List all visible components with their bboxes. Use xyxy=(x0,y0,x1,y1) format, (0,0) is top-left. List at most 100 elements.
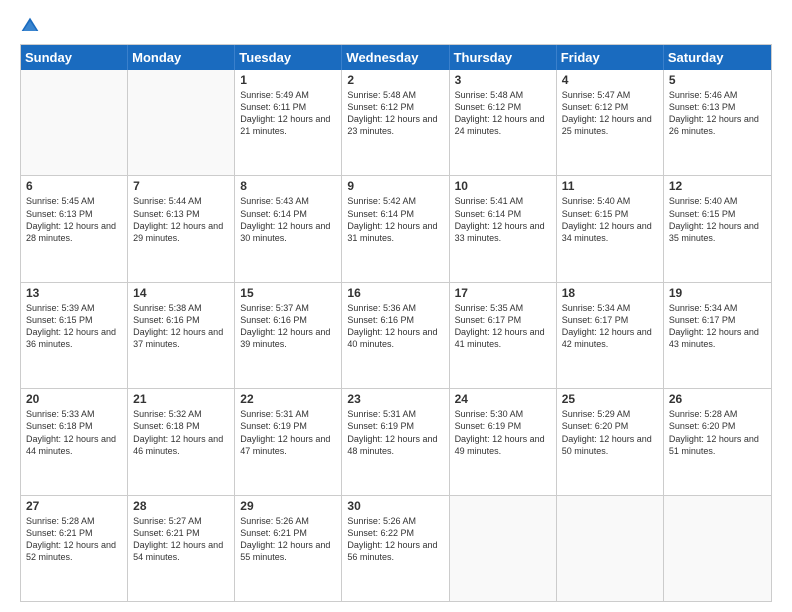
calendar-cell: 21 Sunrise: 5:32 AM Sunset: 6:18 PM Dayli… xyxy=(128,389,235,494)
logo-icon xyxy=(20,16,40,36)
day-number: 25 xyxy=(562,392,658,406)
calendar-cell: 22Sunrise: 5:31 AM Sunset: 6:19 PM Dayli… xyxy=(235,389,342,494)
day-number: 1 xyxy=(240,73,336,87)
day-number: 20 xyxy=(26,392,122,406)
day-number: 4 xyxy=(562,73,658,87)
calendar-cell xyxy=(21,70,128,175)
calendar-cell: 16 Sunrise: 5:36 AM Sunset: 6:16 PM Dayli… xyxy=(342,283,449,388)
header-day-friday: Friday xyxy=(557,45,664,70)
calendar-body: 1 Sunrise: 5:49 AM Sunset: 6:11 PM Daylig… xyxy=(21,70,771,601)
calendar-row-0: 1 Sunrise: 5:49 AM Sunset: 6:11 PM Daylig… xyxy=(21,70,771,175)
cell-info: Sunrise: 5:27 AM Sunset: 6:21 PM Dayligh… xyxy=(133,515,229,564)
cell-info: Sunrise: 5:32 AM Sunset: 6:18 PM Dayligh… xyxy=(133,408,229,457)
day-number: 6 xyxy=(26,179,122,193)
calendar-cell xyxy=(128,70,235,175)
calendar-cell: 19Sunrise: 5:34 AM Sunset: 6:17 PM Dayli… xyxy=(664,283,771,388)
header-day-tuesday: Tuesday xyxy=(235,45,342,70)
day-number: 7 xyxy=(133,179,229,193)
calendar-header: SundayMondayTuesdayWednesdayThursdayFrid… xyxy=(21,45,771,70)
calendar-row-1: 6 Sunrise: 5:45 AM Sunset: 6:13 PM Daylig… xyxy=(21,175,771,281)
page: SundayMondayTuesdayWednesdayThursdayFrid… xyxy=(0,0,792,612)
day-number: 14 xyxy=(133,286,229,300)
calendar-cell: 8 Sunrise: 5:43 AM Sunset: 6:14 PM Daylig… xyxy=(235,176,342,281)
day-number: 27 xyxy=(26,499,122,513)
cell-info: Sunrise: 5:43 AM Sunset: 6:14 PM Dayligh… xyxy=(240,195,336,244)
cell-info: Sunrise: 5:49 AM Sunset: 6:11 PM Dayligh… xyxy=(240,89,336,138)
calendar-cell: 6 Sunrise: 5:45 AM Sunset: 6:13 PM Daylig… xyxy=(21,176,128,281)
cell-info: Sunrise: 5:29 AM Sunset: 6:20 PM Dayligh… xyxy=(562,408,658,457)
day-number: 12 xyxy=(669,179,766,193)
day-number: 23 xyxy=(347,392,443,406)
calendar-cell: 12Sunrise: 5:40 AM Sunset: 6:15 PM Dayli… xyxy=(664,176,771,281)
calendar-cell: 5Sunrise: 5:46 AM Sunset: 6:13 PM Daylig… xyxy=(664,70,771,175)
day-number: 28 xyxy=(133,499,229,513)
day-number: 3 xyxy=(455,73,551,87)
calendar-cell: 1 Sunrise: 5:49 AM Sunset: 6:11 PM Daylig… xyxy=(235,70,342,175)
day-number: 21 xyxy=(133,392,229,406)
calendar-cell xyxy=(557,496,664,601)
calendar-cell: 20 Sunrise: 5:33 AM Sunset: 6:18 PM Dayli… xyxy=(21,389,128,494)
calendar-cell: 29 Sunrise: 5:26 AM Sunset: 6:21 PM Dayli… xyxy=(235,496,342,601)
calendar-cell: 27 Sunrise: 5:28 AM Sunset: 6:21 PM Dayli… xyxy=(21,496,128,601)
day-number: 19 xyxy=(669,286,766,300)
cell-info: Sunrise: 5:48 AM Sunset: 6:12 PM Dayligh… xyxy=(455,89,551,138)
header-day-saturday: Saturday xyxy=(664,45,771,70)
day-number: 26 xyxy=(669,392,766,406)
calendar-cell: 11Sunrise: 5:40 AM Sunset: 6:15 PM Dayli… xyxy=(557,176,664,281)
header-day-sunday: Sunday xyxy=(21,45,128,70)
calendar-cell: 3 Sunrise: 5:48 AM Sunset: 6:12 PM Daylig… xyxy=(450,70,557,175)
day-number: 13 xyxy=(26,286,122,300)
calendar-row-4: 27 Sunrise: 5:28 AM Sunset: 6:21 PM Dayli… xyxy=(21,495,771,601)
calendar-cell: 25 Sunrise: 5:29 AM Sunset: 6:20 PM Dayli… xyxy=(557,389,664,494)
day-number: 30 xyxy=(347,499,443,513)
day-number: 5 xyxy=(669,73,766,87)
cell-info: Sunrise: 5:48 AM Sunset: 6:12 PM Dayligh… xyxy=(347,89,443,138)
day-number: 17 xyxy=(455,286,551,300)
day-number: 15 xyxy=(240,286,336,300)
calendar-cell: 18 Sunrise: 5:34 AM Sunset: 6:17 PM Dayli… xyxy=(557,283,664,388)
day-number: 18 xyxy=(562,286,658,300)
calendar-cell: 2 Sunrise: 5:48 AM Sunset: 6:12 PM Daylig… xyxy=(342,70,449,175)
cell-info: Sunrise: 5:41 AM Sunset: 6:14 PM Dayligh… xyxy=(455,195,551,244)
cell-info: Sunrise: 5:45 AM Sunset: 6:13 PM Dayligh… xyxy=(26,195,122,244)
calendar-cell: 7 Sunrise: 5:44 AM Sunset: 6:13 PM Daylig… xyxy=(128,176,235,281)
calendar-cell: 28 Sunrise: 5:27 AM Sunset: 6:21 PM Dayli… xyxy=(128,496,235,601)
calendar: SundayMondayTuesdayWednesdayThursdayFrid… xyxy=(20,44,772,602)
header xyxy=(20,16,772,36)
calendar-cell: 14 Sunrise: 5:38 AM Sunset: 6:16 PM Dayli… xyxy=(128,283,235,388)
day-number: 10 xyxy=(455,179,551,193)
calendar-cell: 30 Sunrise: 5:26 AM Sunset: 6:22 PM Dayli… xyxy=(342,496,449,601)
calendar-cell: 26 Sunrise: 5:28 AM Sunset: 6:20 PM Dayli… xyxy=(664,389,771,494)
cell-info: Sunrise: 5:39 AM Sunset: 6:15 PM Dayligh… xyxy=(26,302,122,351)
calendar-cell: 24Sunrise: 5:30 AM Sunset: 6:19 PM Dayli… xyxy=(450,389,557,494)
cell-info: Sunrise: 5:35 AM Sunset: 6:17 PM Dayligh… xyxy=(455,302,551,351)
cell-info: Sunrise: 5:37 AM Sunset: 6:16 PM Dayligh… xyxy=(240,302,336,351)
cell-info: Sunrise: 5:33 AM Sunset: 6:18 PM Dayligh… xyxy=(26,408,122,457)
cell-info: Sunrise: 5:31 AM Sunset: 6:19 PM Dayligh… xyxy=(347,408,443,457)
day-number: 9 xyxy=(347,179,443,193)
calendar-cell: 13 Sunrise: 5:39 AM Sunset: 6:15 PM Dayli… xyxy=(21,283,128,388)
cell-info: Sunrise: 5:34 AM Sunset: 6:17 PM Dayligh… xyxy=(562,302,658,351)
day-number: 29 xyxy=(240,499,336,513)
day-number: 16 xyxy=(347,286,443,300)
day-number: 2 xyxy=(347,73,443,87)
day-number: 11 xyxy=(562,179,658,193)
cell-info: Sunrise: 5:26 AM Sunset: 6:22 PM Dayligh… xyxy=(347,515,443,564)
calendar-cell: 15 Sunrise: 5:37 AM Sunset: 6:16 PM Dayli… xyxy=(235,283,342,388)
cell-info: Sunrise: 5:42 AM Sunset: 6:14 PM Dayligh… xyxy=(347,195,443,244)
cell-info: Sunrise: 5:26 AM Sunset: 6:21 PM Dayligh… xyxy=(240,515,336,564)
calendar-cell xyxy=(664,496,771,601)
cell-info: Sunrise: 5:44 AM Sunset: 6:13 PM Dayligh… xyxy=(133,195,229,244)
header-day-wednesday: Wednesday xyxy=(342,45,449,70)
cell-info: Sunrise: 5:38 AM Sunset: 6:16 PM Dayligh… xyxy=(133,302,229,351)
logo xyxy=(20,16,44,36)
day-number: 8 xyxy=(240,179,336,193)
calendar-cell: 23 Sunrise: 5:31 AM Sunset: 6:19 PM Dayli… xyxy=(342,389,449,494)
calendar-row-2: 13 Sunrise: 5:39 AM Sunset: 6:15 PM Dayli… xyxy=(21,282,771,388)
cell-info: Sunrise: 5:28 AM Sunset: 6:21 PM Dayligh… xyxy=(26,515,122,564)
day-number: 24 xyxy=(455,392,551,406)
cell-info: Sunrise: 5:28 AM Sunset: 6:20 PM Dayligh… xyxy=(669,408,766,457)
calendar-cell: 17 Sunrise: 5:35 AM Sunset: 6:17 PM Dayli… xyxy=(450,283,557,388)
calendar-cell: 9 Sunrise: 5:42 AM Sunset: 6:14 PM Daylig… xyxy=(342,176,449,281)
cell-info: Sunrise: 5:36 AM Sunset: 6:16 PM Dayligh… xyxy=(347,302,443,351)
